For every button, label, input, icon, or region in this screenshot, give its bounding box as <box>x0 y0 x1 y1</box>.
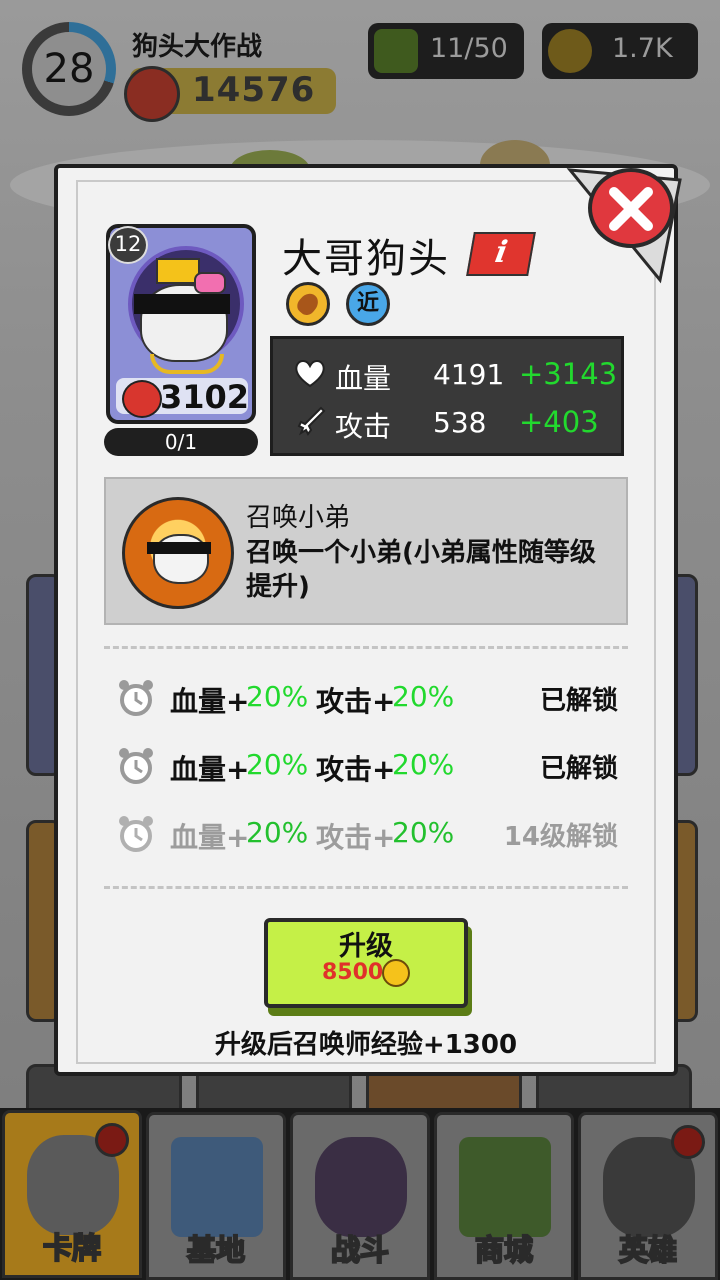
pixel-sunglasses-icon <box>134 294 230 314</box>
info-button[interactable]: i <box>466 232 536 276</box>
nav-tab-heroes[interactable]: 英雄 <box>578 1112 718 1280</box>
nav-label: 基地 <box>186 1232 246 1268</box>
unlock-hp-value: 20% <box>246 680 309 713</box>
hero-level-badge: 12 <box>108 226 148 264</box>
nav-tab-shop[interactable]: 商城 <box>434 1112 574 1280</box>
castle-icon <box>171 1137 263 1237</box>
atk-value: 538 <box>433 406 487 439</box>
alarm-clock-icon <box>119 748 153 784</box>
unlock-row-locked: 血量+ 20% 攻击+ 20% 14级解锁 <box>104 806 628 862</box>
divider <box>104 886 628 889</box>
lightning-plus-icon[interactable] <box>374 29 418 73</box>
pink-bow-icon <box>194 272 226 294</box>
unlock-row: 血量+ 20% 攻击+ 20% 已解锁 <box>104 738 628 794</box>
sword-icon <box>297 406 326 436</box>
unlock-atk-label: 攻击+ <box>316 753 396 786</box>
divider <box>104 646 628 649</box>
stats-panel: 血量 4191 +3143 攻击 538 +403 <box>270 336 624 456</box>
unlock-status: 已解锁 <box>539 754 618 784</box>
gold-chain-icon <box>150 354 224 374</box>
class-tag-icon[interactable] <box>286 282 330 326</box>
nav-tab-battle[interactable]: 战斗 <box>290 1112 430 1280</box>
heart-icon <box>295 360 325 388</box>
unlock-status: 已解锁 <box>539 686 618 716</box>
energy-box[interactable]: 11/50 <box>368 23 524 79</box>
unlock-status: 14级解锁 <box>503 822 618 852</box>
nav-tab-cards[interactable]: 卡牌 <box>2 1110 142 1278</box>
nav-label: 商城 <box>474 1232 534 1268</box>
unlock-atk-value: 20% <box>392 816 455 849</box>
unlock-hp-label: 血量+ <box>170 753 250 786</box>
unlock-hp-value: 20% <box>246 748 309 781</box>
upgrade-label[interactable]: 升级 <box>264 924 468 963</box>
gold-coin-plus-icon[interactable] <box>548 29 592 73</box>
alarm-clock-icon <box>119 680 153 716</box>
shard-count: 0/1 <box>164 430 198 454</box>
atk-bonus: +403 <box>519 405 599 439</box>
skill-title: 召唤小弟 <box>246 503 351 533</box>
alarm-clock-icon <box>119 816 153 852</box>
player-power: 14576 <box>192 70 316 110</box>
skill-icon[interactable] <box>122 497 234 609</box>
close-button[interactable] <box>588 168 674 248</box>
close-icon[interactable] <box>608 186 654 232</box>
nav-label: 英雄 <box>618 1232 678 1268</box>
boxing-glove-icon <box>122 380 162 418</box>
skill-description: 召唤一个小弟(小弟属性随等级提升) <box>246 538 596 602</box>
gold-box[interactable]: 1.7K <box>542 23 698 79</box>
hp-label: 血量 <box>335 362 392 395</box>
energy-value: 11/50 <box>430 33 508 64</box>
boxing-glove-icon <box>124 66 180 122</box>
gold-coin-icon[interactable] <box>382 959 410 987</box>
upgrade-exp-note: 升级后召唤师经验+1300 <box>214 1030 518 1060</box>
player-level: 28 <box>43 46 95 92</box>
nav-label: 卡牌 <box>42 1230 102 1266</box>
player-name: 狗头大作战 <box>132 32 263 62</box>
unlock-hp-label: 血量+ <box>170 821 250 854</box>
unlock-hp-value: 20% <box>246 816 309 849</box>
unlock-atk-value: 20% <box>392 680 455 713</box>
hero-power: 3102 <box>160 378 250 416</box>
unlock-atk-label: 攻击+ <box>316 821 396 854</box>
unlock-row: 血量+ 20% 攻击+ 20% 已解锁 <box>104 670 628 726</box>
unlock-atk-value: 20% <box>392 748 455 781</box>
nav-label: 战斗 <box>330 1232 390 1268</box>
hero-name: 大哥狗头 <box>282 236 450 282</box>
paw-icon <box>315 1137 407 1237</box>
notification-dot <box>671 1125 705 1159</box>
money-icon <box>459 1137 551 1237</box>
notification-dot <box>95 1123 129 1157</box>
atk-label: 攻击 <box>335 410 392 443</box>
pixel-sunglasses-icon <box>147 542 211 554</box>
unlock-hp-label: 血量+ <box>170 685 250 718</box>
hp-value: 4191 <box>433 358 505 391</box>
gold-value: 1.7K <box>612 33 673 64</box>
melee-range-tag[interactable]: 近 <box>346 282 390 326</box>
hp-bonus: +3143 <box>519 357 618 391</box>
unlock-atk-label: 攻击+ <box>316 685 396 718</box>
upgrade-cost[interactable]: 8500 <box>322 960 383 985</box>
nav-tab-base[interactable]: 基地 <box>146 1112 286 1280</box>
